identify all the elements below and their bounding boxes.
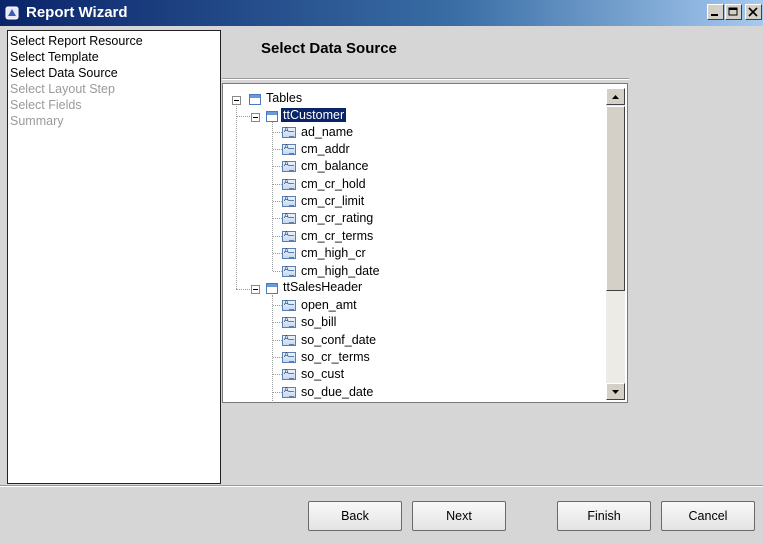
tree-connector	[273, 166, 282, 167]
scroll-down-button[interactable]	[606, 383, 625, 400]
wizard-steps-panel: Select Report Resource Select Template S…	[7, 30, 221, 484]
tree-field[interactable]: so_bill	[301, 315, 336, 329]
tree-field[interactable]: ad_name	[301, 125, 353, 139]
tree-field[interactable]: cm_cr_hold	[301, 177, 366, 191]
field-icon	[282, 143, 296, 155]
tree-scrollbar[interactable]	[606, 88, 625, 400]
heading-divider	[222, 78, 629, 80]
tree-connector	[273, 357, 282, 358]
tree-connector	[273, 253, 282, 254]
tree-connector	[273, 322, 282, 323]
down-arrow-icon	[612, 390, 619, 394]
field-icon	[282, 386, 296, 398]
scroll-thumb[interactable]	[606, 106, 625, 291]
title-bar: Report Wizard	[0, 0, 763, 26]
collapse-toggle-icon[interactable]	[251, 113, 260, 122]
step-select-data-source: Select Data Source	[10, 66, 118, 80]
tree-connector	[272, 122, 273, 271]
tree-connector	[272, 295, 273, 402]
field-icon	[282, 299, 296, 311]
tree-field[interactable]: so_cr_terms	[301, 350, 370, 364]
field-icon	[282, 178, 296, 190]
tree-connector	[273, 132, 282, 133]
tree-connector	[273, 184, 282, 185]
tree-connector	[273, 218, 282, 219]
tree-table-ttsalesheader[interactable]: ttSalesHeader	[283, 280, 362, 294]
tree-field[interactable]: so_cust	[301, 367, 344, 381]
step-summary: Summary	[10, 114, 64, 128]
step-select-template: Select Template	[10, 50, 99, 64]
field-icon	[282, 160, 296, 172]
tree-field[interactable]: open_amt	[301, 298, 357, 312]
table-icon	[266, 111, 278, 122]
tree-field[interactable]: so_conf_date	[301, 333, 376, 347]
tree-root-label[interactable]: Tables	[266, 91, 302, 105]
tree-connector	[273, 236, 282, 237]
field-icon	[282, 212, 296, 224]
cancel-button[interactable]: Cancel	[661, 501, 755, 531]
maximize-button[interactable]	[725, 4, 742, 20]
field-icon	[282, 368, 296, 380]
tree-field[interactable]: cm_balance	[301, 159, 368, 173]
tree-table-ttcustomer[interactable]: ttCustomer	[279, 107, 348, 123]
tree-field[interactable]: cm_cr_limit	[301, 194, 364, 208]
tree-field[interactable]: cm_high_cr	[301, 246, 366, 260]
field-icon	[282, 351, 296, 363]
page-title: Select Data Source	[261, 40, 397, 57]
window-title: Report Wizard	[26, 4, 128, 21]
next-button[interactable]: Next	[412, 501, 506, 531]
tree-connector	[273, 305, 282, 306]
minimize-button[interactable]	[707, 4, 724, 20]
tree-field[interactable]: cm_addr	[301, 142, 350, 156]
tree-field[interactable]: cm_high_date	[301, 264, 380, 278]
field-icon	[282, 316, 296, 328]
field-icon	[282, 230, 296, 242]
tree-field[interactable]: so_due_date	[301, 385, 373, 399]
step-select-layout-step: Select Layout Step	[10, 82, 115, 96]
table-tree[interactable]: Tables ttCustomer ad_name cm_addr cm_bal…	[222, 83, 628, 403]
tree-connector	[236, 289, 252, 290]
up-arrow-icon	[612, 95, 619, 99]
app-icon	[5, 5, 19, 20]
field-icon	[282, 334, 296, 346]
back-button[interactable]: Back	[308, 501, 402, 531]
field-icon	[282, 126, 296, 138]
step-select-fields: Select Fields	[10, 98, 82, 112]
tree-connector	[273, 201, 282, 202]
tables-icon	[249, 94, 261, 105]
step-select-report-resource: Select Report Resource	[10, 34, 143, 48]
tree-connector	[273, 340, 282, 341]
collapse-toggle-icon[interactable]	[251, 285, 260, 294]
close-button[interactable]	[745, 4, 762, 20]
field-icon	[282, 247, 296, 259]
table-icon	[266, 283, 278, 294]
tree-connector	[273, 374, 282, 375]
field-icon	[282, 195, 296, 207]
close-icon	[748, 7, 758, 17]
tree-field[interactable]: cm_cr_rating	[301, 211, 373, 225]
minimize-icon	[711, 14, 718, 16]
finish-button[interactable]: Finish	[557, 501, 651, 531]
tree-connector	[236, 116, 252, 117]
collapse-toggle-icon[interactable]	[232, 96, 241, 105]
tree-field[interactable]: cm_cr_terms	[301, 229, 373, 243]
tree-connector	[273, 149, 282, 150]
maximize-icon	[728, 7, 738, 16]
tree-connector	[236, 100, 237, 289]
field-icon	[282, 265, 296, 277]
tree-connector	[273, 392, 282, 393]
tree-connector	[273, 271, 282, 272]
scroll-up-button[interactable]	[606, 88, 625, 105]
